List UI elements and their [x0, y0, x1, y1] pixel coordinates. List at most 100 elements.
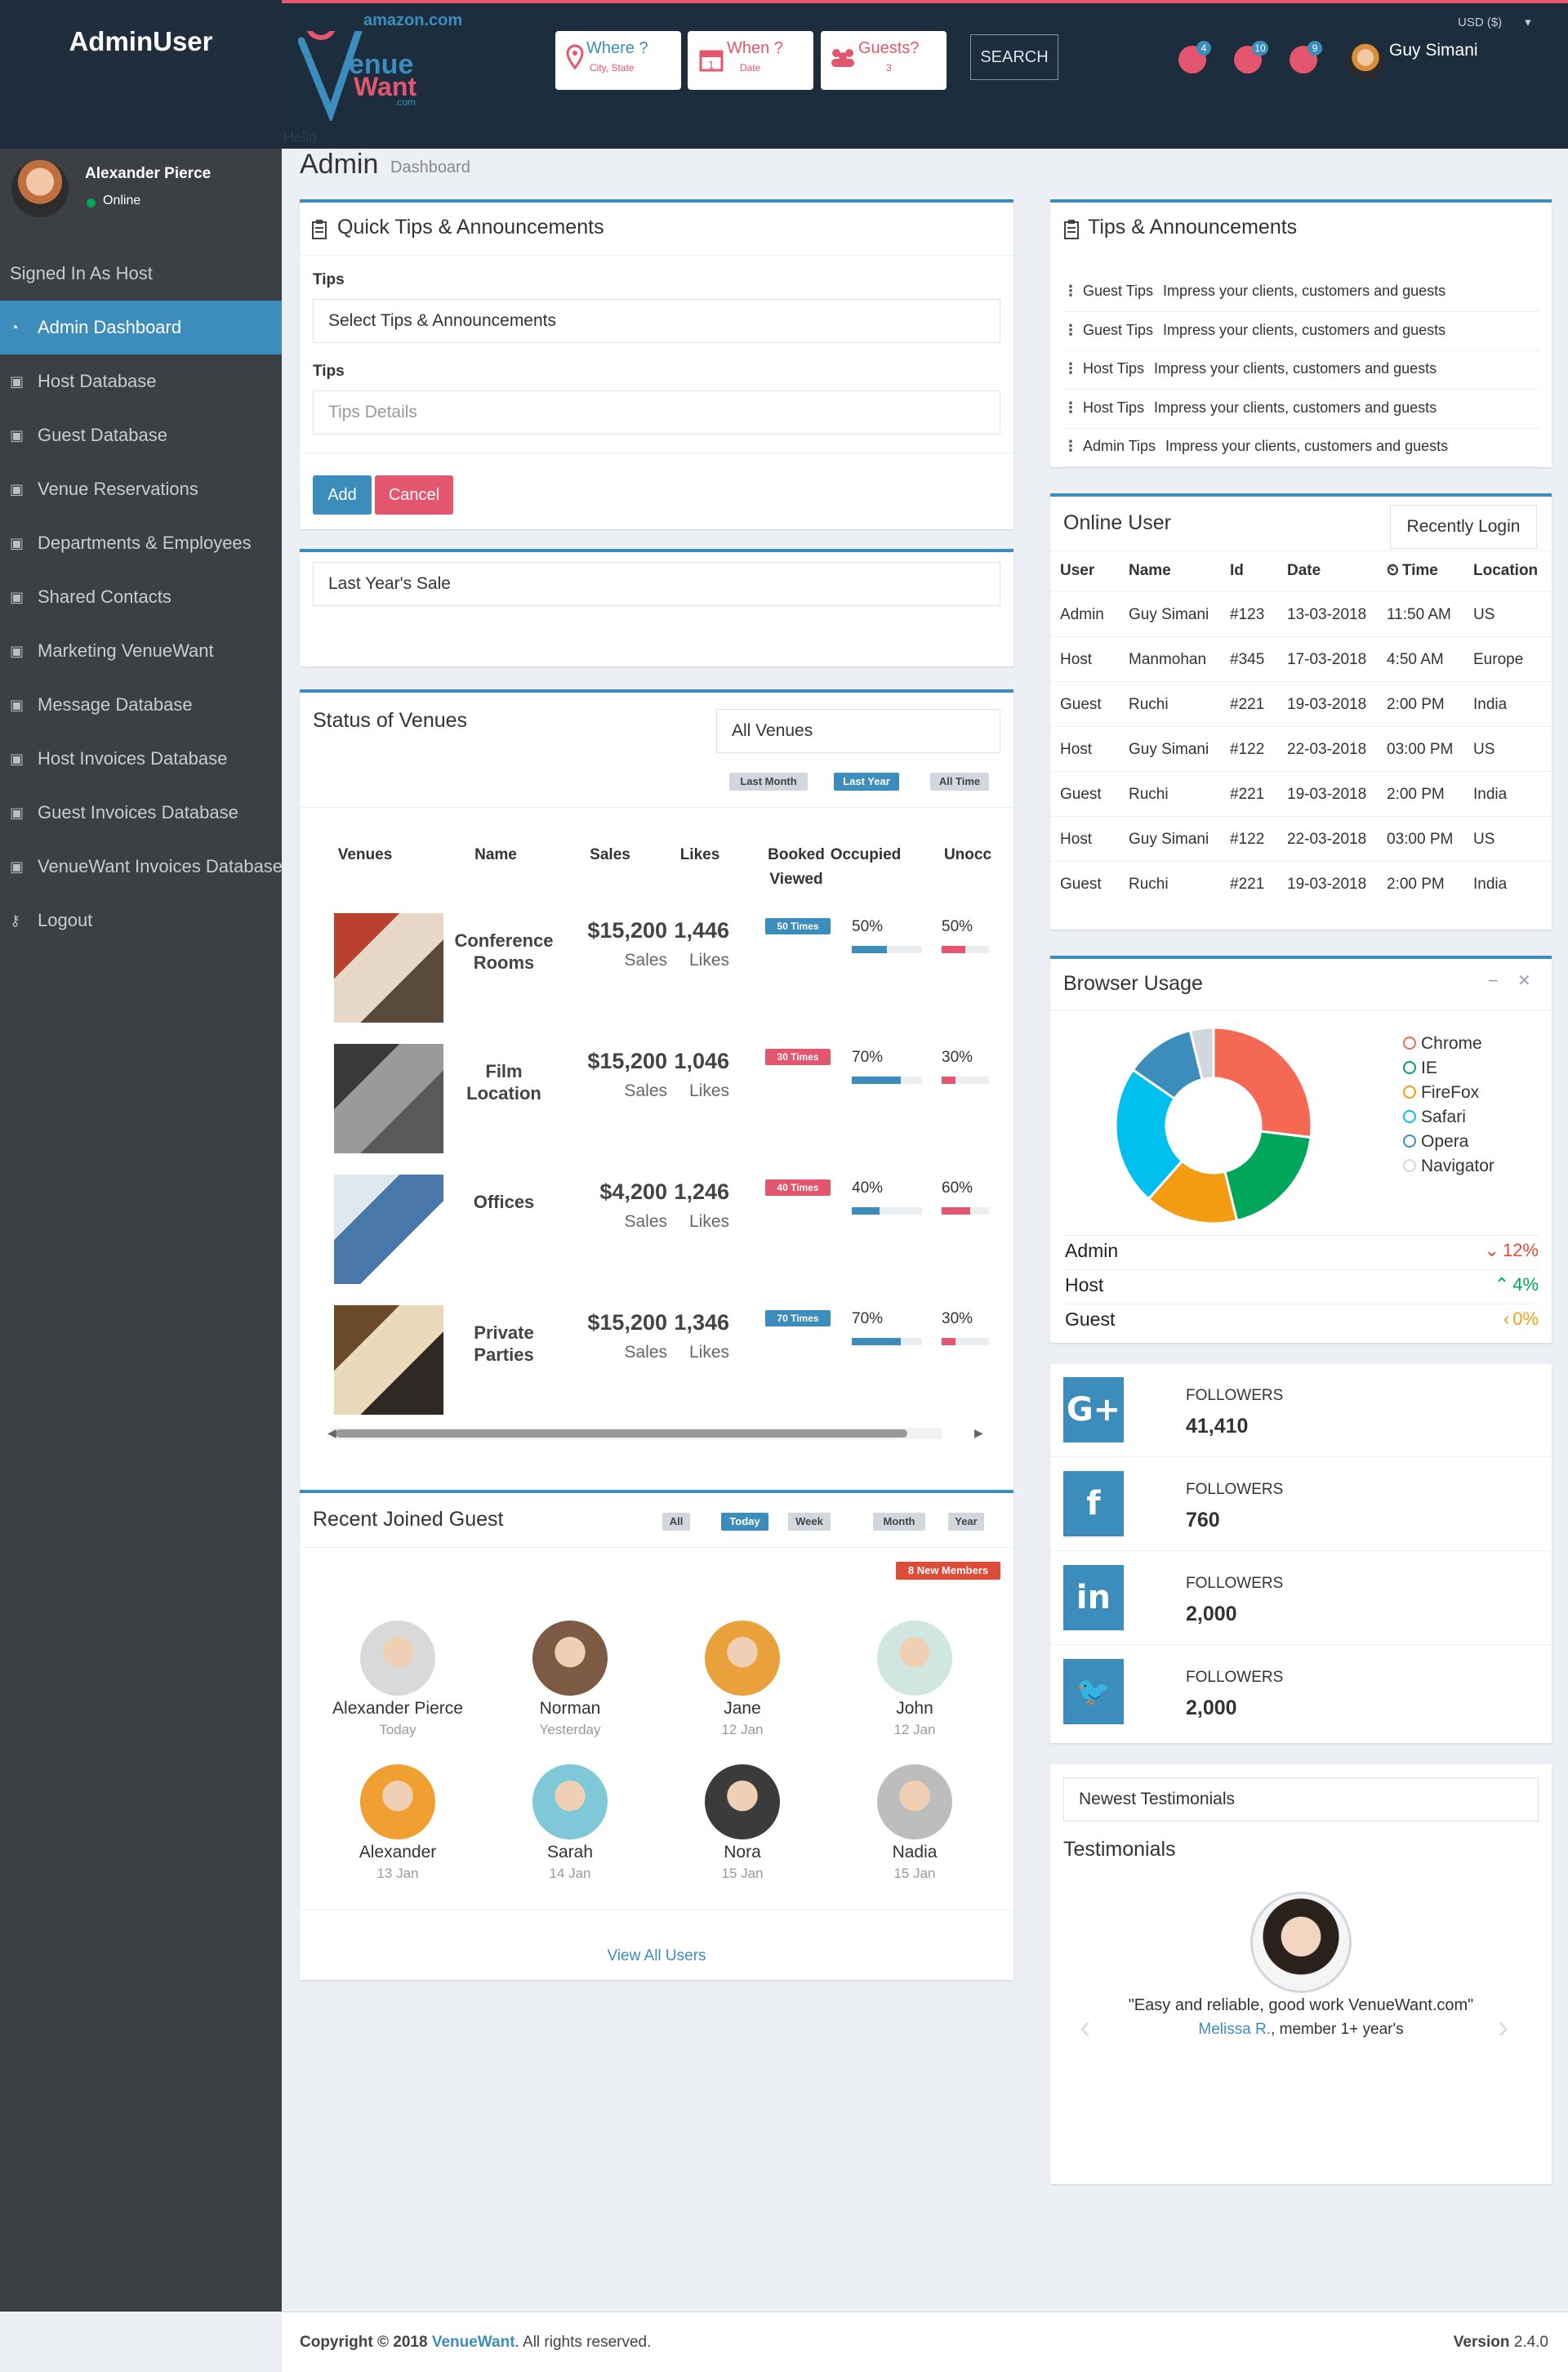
facebook-icon[interactable]: f: [1063, 1471, 1124, 1536]
scrollbar-thumb[interactable]: [336, 1429, 907, 1438]
sidebar-item-departments-employees[interactable]: ▣ Departments & Employees: [0, 516, 282, 570]
online-cell: #123: [1230, 606, 1265, 623]
carousel-next-icon[interactable]: ›: [1498, 2009, 1508, 2046]
sidebar-item-logout[interactable]: ⚷ Logout: [0, 894, 282, 947]
cancel-button[interactable]: Cancel: [375, 475, 453, 515]
twitter-icon[interactable]: 🐦: [1063, 1659, 1124, 1724]
guest-period-week[interactable]: Week: [788, 1513, 831, 1531]
guest-name[interactable]: Nadia: [833, 1843, 996, 1862]
drag-handle-icon[interactable]: ⋮: [1063, 352, 1083, 385]
guest-avatar[interactable]: [532, 1621, 608, 1696]
guest-avatar[interactable]: [705, 1621, 780, 1696]
guests-field[interactable]: Guests? 3: [821, 31, 947, 90]
tip-item[interactable]: ⋮ Guest Tips Impress your clients, custome…: [1063, 274, 1539, 312]
guest-avatar[interactable]: [360, 1764, 435, 1839]
tip-item[interactable]: ⋮ Admin Tips Impress your clients, custome…: [1063, 430, 1539, 467]
sidebar-item-shared-contacts[interactable]: ▣ Shared Contacts: [0, 570, 282, 624]
venues-title: Status of Venues: [313, 709, 468, 732]
sidebar-item-venuewant-invoices-database[interactable]: ▣ VenueWant Invoices Database: [0, 840, 283, 894]
online-cell: Guy Simani: [1129, 606, 1209, 623]
sidebar-item-admin-dashboard[interactable]: ◔ Admin Dashboard: [0, 301, 282, 354]
sidebar-item-label: Logout: [38, 910, 93, 930]
online-col-header: Date: [1287, 562, 1321, 580]
horizontal-scrollbar[interactable]: [331, 1428, 942, 1439]
social-glyph: f: [1086, 1485, 1101, 1523]
guest-avatar[interactable]: [877, 1764, 952, 1839]
when-field[interactable]: 1 When ? Date: [688, 31, 813, 90]
legend-item: IE: [1403, 1059, 1437, 1078]
guest-name[interactable]: Sarah: [488, 1843, 652, 1862]
online-cell: 03:00 PM: [1387, 741, 1454, 758]
currency-select[interactable]: USD ($) ▾: [1458, 15, 1531, 29]
guest-period-all[interactable]: All: [662, 1513, 690, 1531]
tip-item[interactable]: ⋮ Host Tips Impress your clients, customer…: [1063, 391, 1539, 429]
google-plus-icon[interactable]: G+: [1063, 1377, 1124, 1442]
topbar-user-name[interactable]: Guy Simani: [1389, 41, 1478, 60]
tasks-icon[interactable]: 9: [1290, 41, 1322, 74]
guest-avatar[interactable]: [877, 1621, 952, 1696]
tips-details-input[interactable]: Tips Details: [313, 390, 1000, 435]
guest-avatar[interactable]: [532, 1764, 608, 1839]
sidebar-item-host-database[interactable]: ▣ Host Database: [0, 354, 282, 408]
venues-filter-select[interactable]: All Venues: [716, 709, 1000, 753]
guest-period-month[interactable]: Month: [873, 1513, 925, 1531]
pie-slice-chrome[interactable]: [1212, 1026, 1313, 1139]
guest-name[interactable]: Jane: [661, 1699, 824, 1719]
guest-name[interactable]: Alexander Pierce: [316, 1699, 479, 1719]
guest-period-today[interactable]: Today: [721, 1513, 768, 1531]
close-icon[interactable]: ✕: [1517, 970, 1531, 991]
guest-avatar[interactable]: [705, 1764, 780, 1839]
sidebar-item-marketing-venuewant[interactable]: ▣ Marketing VenueWant: [0, 624, 282, 678]
testimonial-author[interactable]: Melissa R.: [1198, 2021, 1271, 2038]
sidebar-item-host-invoices-database[interactable]: ▣ Host Invoices Database: [0, 732, 282, 786]
footer-brand-link[interactable]: VenueWant: [432, 2334, 515, 2351]
guest-name[interactable]: Alexander: [316, 1843, 479, 1862]
add-button[interactable]: Add: [313, 475, 372, 515]
online-col-header-text: User: [1060, 562, 1095, 579]
sidebar-item-label: Departments & Employees: [38, 533, 252, 553]
sidebar-item-message-database[interactable]: ▣ Message Database: [0, 678, 282, 732]
sidebar-item-guest-database[interactable]: ▣ Guest Database: [0, 408, 282, 462]
venue-photo[interactable]: [334, 1044, 443, 1153]
venue-photo[interactable]: [334, 1305, 443, 1415]
venue-col-header: Venues: [337, 846, 393, 863]
guest-name[interactable]: Norman: [488, 1699, 652, 1719]
drag-handle-icon[interactable]: ⋮: [1063, 274, 1083, 307]
logo[interactable]: amazon.com enue Want .com: [298, 7, 462, 129]
tip-item[interactable]: ⋮ Guest Tips Impress your clients, custome…: [1063, 314, 1539, 351]
guest-name[interactable]: John: [833, 1699, 996, 1719]
topbar-avatar[interactable]: [1347, 42, 1384, 80]
where-field[interactable]: Where ? City, State: [555, 31, 681, 90]
minimize-icon[interactable]: −: [1488, 970, 1499, 992]
drag-handle-icon[interactable]: ⋮: [1063, 314, 1083, 346]
scroll-right-arrow-icon[interactable]: ▶: [974, 1426, 983, 1440]
recently-login-tab[interactable]: Recently Login: [1390, 505, 1537, 549]
drag-handle-icon[interactable]: ⋮: [1063, 391, 1083, 424]
guest-period-year[interactable]: Year: [948, 1513, 984, 1531]
scroll-left-arrow-icon[interactable]: ◀: [327, 1426, 336, 1440]
last-year-sale-field[interactable]: Last Year's Sale: [313, 562, 1000, 606]
period-all-time[interactable]: All Time: [930, 773, 989, 791]
view-all-users-link[interactable]: View All Users: [300, 1947, 1013, 1965]
venue-col-header: Occupied: [830, 846, 902, 863]
drag-handle-icon[interactable]: ⋮: [1063, 430, 1083, 462]
venue-photo[interactable]: [334, 1175, 443, 1284]
newest-testimonials-tab[interactable]: Newest Testimonials: [1063, 1777, 1539, 1821]
sidebar-item-guest-invoices-database[interactable]: ▣ Guest Invoices Database: [0, 786, 282, 840]
sidebar-item-venue-reservations[interactable]: ▣ Venue Reservations: [0, 462, 282, 516]
notifications-icon[interactable]: 10: [1234, 41, 1268, 74]
sidebar-avatar[interactable]: [11, 160, 69, 217]
venue-photo[interactable]: [334, 913, 443, 1023]
tip-item[interactable]: ⋮ Host Tips Impress your clients, customer…: [1063, 352, 1539, 390]
pie-slice-ie[interactable]: [1223, 1130, 1312, 1223]
carousel-prev-icon[interactable]: ‹: [1080, 2009, 1090, 2046]
period-last-year[interactable]: Last Year: [834, 773, 899, 791]
messages-icon[interactable]: 4: [1178, 41, 1211, 74]
tips-select[interactable]: Select Tips & Announcements: [313, 299, 1000, 343]
search-button[interactable]: SEARCH: [970, 34, 1058, 80]
linkedin-icon[interactable]: in: [1063, 1565, 1124, 1630]
period-last-month[interactable]: Last Month: [729, 773, 808, 791]
guest-name[interactable]: Nora: [661, 1843, 824, 1862]
tip-tag: Admin Tips: [1083, 438, 1156, 454]
guest-avatar[interactable]: [360, 1621, 435, 1696]
